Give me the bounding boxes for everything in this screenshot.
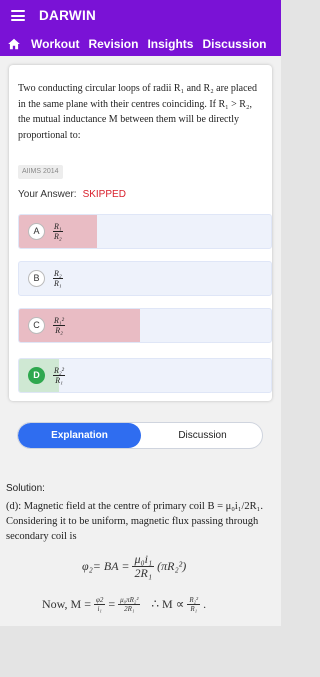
option-a[interactable]: A R₁ R₂: [18, 214, 272, 249]
hamburger-menu-icon[interactable]: [11, 10, 25, 21]
explanation-discussion-toggle: Explanation Discussion: [17, 422, 263, 449]
inductance-fraction-3-denominator: R₁: [190, 605, 198, 613]
option-b-denominator: R₁: [54, 279, 62, 288]
flux-equation-fraction: μ₀i₁ 2R₁: [132, 552, 155, 580]
inductance-fraction-2-denominator: 2R₁: [124, 605, 135, 613]
option-a-letter: A: [28, 223, 45, 240]
option-c-fraction: R₁² R₂: [53, 316, 66, 335]
tab-explanation[interactable]: Explanation: [18, 423, 141, 448]
flux-equation-numerator: μ₀i₁: [132, 552, 155, 567]
top-app-bar: DARWIN: [0, 0, 281, 31]
option-b-fraction: R₂ R₁: [53, 269, 63, 288]
inductance-fraction-1: φ2 i₁: [94, 596, 106, 613]
app-title: DARWIN: [39, 8, 97, 23]
solution-body: (d): Magnetic field at the centre of pri…: [6, 501, 263, 542]
inductance-fraction-1-denominator: i₁: [97, 605, 102, 613]
your-answer-value: SKIPPED: [82, 189, 126, 200]
solution-section: Solution: (d): Magnetic field at the cen…: [6, 481, 276, 544]
option-c[interactable]: C R₁² R₂: [18, 308, 272, 343]
home-icon[interactable]: [7, 37, 21, 51]
question-card: Two conducting circular loops of radii R…: [9, 65, 272, 401]
option-d-fraction: R₂² R₁: [53, 366, 66, 385]
your-answer-label: Your Answer:: [18, 189, 77, 200]
inductance-equation: Now, M = φ2 i₁ = μ₀πR₂² 2R₁ ∴ M ∝ R₂² R₁…: [42, 596, 206, 613]
flux-equation: φ₂= BA = μ₀i₁ 2R₁ (πR₂²): [82, 553, 186, 580]
nav-workout[interactable]: Workout: [31, 37, 79, 51]
inductance-equation-lead: Now, M =: [42, 597, 91, 611]
option-d-letter: D: [28, 367, 45, 384]
tab-discussion[interactable]: Discussion: [141, 423, 262, 448]
inductance-fraction-1-numerator: φ2: [94, 596, 106, 605]
nav-insights[interactable]: Insights: [147, 37, 193, 51]
option-d-numerator: R₂²: [53, 366, 66, 376]
your-answer: Your Answer: SKIPPED: [18, 189, 126, 200]
inductance-fraction-2-numerator: μ₀πR₂²: [118, 596, 141, 605]
nav-revision[interactable]: Revision: [88, 37, 138, 51]
main-content: Two conducting circular loops of radii R…: [0, 56, 281, 626]
inductance-fraction-3: R₂² R₁: [187, 596, 201, 613]
option-b[interactable]: B R₂ R₁: [18, 261, 272, 296]
flux-equation-rhs: (πR₂²): [157, 559, 187, 573]
option-c-denominator: R₂: [55, 326, 63, 335]
flux-equation-denominator: 2R₁: [134, 566, 153, 580]
option-d[interactable]: D R₂² R₁: [18, 358, 272, 393]
option-a-denominator: R₂: [54, 232, 62, 241]
therefore-proportional: ∴ M ∝: [151, 597, 185, 611]
solution-title: Solution:: [6, 483, 45, 494]
option-c-numerator: R₁²: [53, 316, 66, 326]
question-text: Two conducting circular loops of radii R…: [18, 83, 257, 141]
nav-discussion[interactable]: Discussion: [202, 37, 266, 51]
option-b-numerator: R₂: [53, 269, 63, 279]
inductance-equation-tail: .: [203, 597, 207, 611]
inductance-fraction-3-numerator: R₂²: [187, 596, 201, 605]
inductance-fraction-2: μ₀πR₂² 2R₁: [118, 596, 141, 613]
option-a-fraction: R₁ R₂: [53, 222, 63, 241]
option-d-denominator: R₁: [55, 376, 63, 385]
nav-bar: Workout Revision Insights Discussion: [0, 31, 281, 56]
flux-equation-lhs: φ₂= BA =: [82, 559, 130, 573]
option-a-numerator: R₁: [53, 222, 63, 232]
option-c-letter: C: [28, 317, 45, 334]
inductance-equals: =: [108, 597, 116, 611]
option-b-letter: B: [28, 270, 45, 287]
exam-tag: AIIMS 2014: [18, 165, 63, 179]
